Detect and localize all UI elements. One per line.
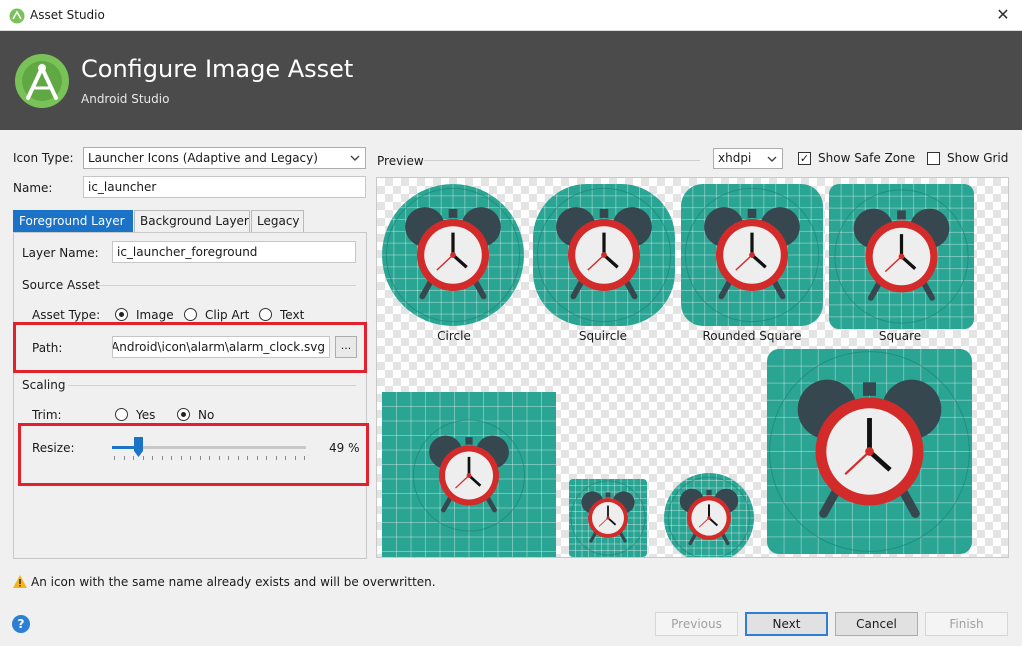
name-label: Name: bbox=[13, 181, 53, 195]
asset-type-text-radio[interactable] bbox=[259, 308, 272, 321]
path-field[interactable]: Android\icon\alarm\alarm_clock.svg bbox=[112, 336, 330, 358]
tab-background-layer[interactable]: Background Layer bbox=[134, 210, 250, 232]
window-title: Asset Studio bbox=[30, 8, 105, 22]
resize-value: 49 % bbox=[329, 441, 360, 455]
section-divider bbox=[96, 285, 356, 286]
slider-tick bbox=[228, 456, 229, 460]
slider-tick bbox=[152, 456, 153, 460]
page-subtitle: Android Studio bbox=[81, 92, 170, 106]
icon-type-value: Launcher Icons (Adaptive and Legacy) bbox=[88, 151, 318, 165]
close-icon[interactable]: ✕ bbox=[992, 4, 1014, 26]
asset-type-clip-art-label[interactable]: Clip Art bbox=[205, 308, 249, 322]
next-button[interactable]: Next bbox=[745, 612, 828, 636]
slider-tick bbox=[285, 456, 286, 460]
slider-tick bbox=[294, 456, 296, 460]
slider-tick bbox=[247, 456, 248, 460]
preview-icon-large-square bbox=[767, 349, 972, 554]
asset-type-label: Asset Type: bbox=[32, 308, 101, 322]
density-value: xhdpi bbox=[718, 151, 752, 165]
trim-yes-radio[interactable] bbox=[115, 408, 128, 421]
trim-label: Trim: bbox=[32, 408, 62, 422]
icon-type-label: Icon Type: bbox=[13, 151, 74, 165]
slider-tick bbox=[209, 456, 210, 460]
preview-caption-circle: Circle bbox=[437, 329, 471, 343]
previous-button[interactable]: Previous bbox=[655, 612, 738, 636]
cancel-button[interactable]: Cancel bbox=[835, 612, 918, 636]
density-select[interactable]: xhdpi bbox=[713, 148, 783, 169]
preview-icon-squircle bbox=[533, 184, 675, 326]
asset-type-clip-art-radio[interactable] bbox=[184, 308, 197, 321]
help-button[interactable]: ? bbox=[12, 615, 30, 633]
preview-canvas: Circle Squircle Rounded Square Square bbox=[376, 177, 1009, 558]
slider-tick bbox=[142, 456, 144, 460]
resize-label: Resize: bbox=[32, 441, 75, 455]
preview-icon-square bbox=[829, 184, 974, 329]
page-title: Configure Image Asset bbox=[81, 55, 354, 83]
slider-tick bbox=[171, 456, 172, 460]
layer-name-label: Layer Name: bbox=[22, 246, 99, 260]
android-studio-icon bbox=[9, 8, 25, 24]
tab-legacy[interactable]: Legacy bbox=[251, 210, 304, 232]
warning-icon bbox=[13, 575, 27, 588]
overwrite-warning: An icon with the same name already exist… bbox=[13, 575, 436, 589]
slider-tick bbox=[199, 456, 201, 460]
asset-type-text-label[interactable]: Text bbox=[280, 308, 304, 322]
slider-tick bbox=[304, 456, 305, 460]
source-asset-heading: Source Asset bbox=[22, 278, 100, 292]
wizard-header: Configure Image Asset Android Studio bbox=[0, 31, 1022, 130]
show-grid-label[interactable]: Show Grid bbox=[947, 151, 1008, 165]
asset-type-image-label[interactable]: Image bbox=[136, 308, 174, 322]
preview-icon-legacy-circle bbox=[664, 473, 754, 557]
finish-button[interactable]: Finish bbox=[925, 612, 1008, 636]
slider-tick bbox=[218, 456, 220, 460]
layer-name-field[interactable]: ic_launcher_foreground bbox=[112, 241, 356, 263]
tab-foreground-layer[interactable]: Foreground Layer bbox=[13, 210, 133, 233]
slider-tick bbox=[114, 456, 115, 460]
preview-icon-legacy-square bbox=[382, 392, 556, 557]
preview-caption-square: Square bbox=[878, 329, 922, 343]
chevron-down-icon bbox=[767, 156, 777, 162]
warning-text: An icon with the same name already exist… bbox=[31, 575, 436, 589]
title-bar: Asset Studio ✕ bbox=[0, 0, 1022, 31]
show-safe-zone-checkbox[interactable]: ✓ bbox=[798, 152, 811, 165]
scaling-heading: Scaling bbox=[22, 378, 66, 392]
preview-caption-squircle: Squircle bbox=[578, 329, 628, 343]
slider-tick bbox=[266, 456, 267, 460]
preview-icon-circle bbox=[382, 184, 524, 326]
show-grid-checkbox[interactable] bbox=[927, 152, 940, 165]
slider-tick bbox=[237, 456, 239, 460]
icon-type-select[interactable]: Launcher Icons (Adaptive and Legacy) bbox=[83, 147, 366, 169]
slider-tick bbox=[190, 456, 191, 460]
section-divider bbox=[424, 160, 700, 161]
asset-type-image-radio[interactable] bbox=[115, 308, 128, 321]
slider-tick bbox=[180, 456, 182, 460]
slider-tick bbox=[133, 456, 134, 460]
slider-tick bbox=[161, 456, 163, 460]
path-label: Path: bbox=[32, 341, 63, 355]
slider-tick bbox=[123, 456, 125, 460]
section-divider bbox=[68, 385, 356, 386]
trim-no-radio[interactable] bbox=[177, 408, 190, 421]
slider-tick bbox=[275, 456, 277, 460]
path-value: Android\icon\alarm\alarm_clock.svg bbox=[112, 340, 325, 354]
chevron-down-icon bbox=[350, 155, 360, 161]
preview-label: Preview bbox=[377, 154, 424, 168]
android-studio-logo bbox=[15, 54, 69, 108]
name-field[interactable]: ic_launcher bbox=[83, 176, 366, 198]
preview-caption-rounded-square: Rounded Square bbox=[702, 329, 802, 343]
preview-icon-rounded-square bbox=[681, 184, 823, 326]
preview-icon-legacy-small-square bbox=[569, 479, 647, 557]
show-safe-zone-label[interactable]: Show Safe Zone bbox=[818, 151, 915, 165]
trim-no-label[interactable]: No bbox=[198, 408, 214, 422]
trim-yes-label[interactable]: Yes bbox=[136, 408, 155, 422]
slider-tick bbox=[256, 456, 258, 460]
browse-button[interactable]: ... bbox=[335, 336, 357, 358]
